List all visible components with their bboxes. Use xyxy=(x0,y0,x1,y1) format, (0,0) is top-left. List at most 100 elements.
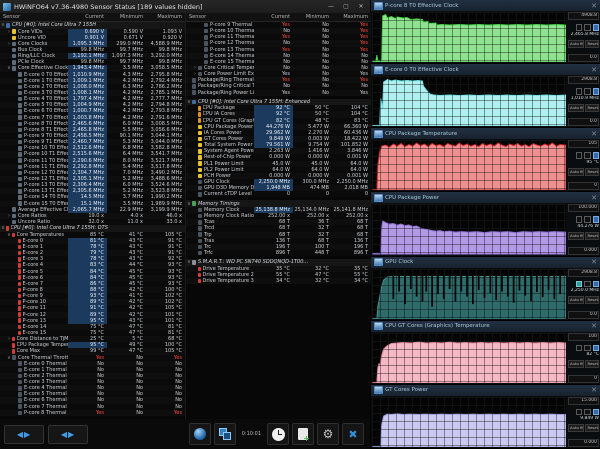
window-titlebar[interactable]: HWiNFO64 v7.36-4980 Sensor Status [189 v… xyxy=(0,0,370,13)
graph-titlebar[interactable]: GT Cores Power ✕ xyxy=(371,384,600,396)
graph-checkbox[interactable] xyxy=(584,216,591,223)
graph-scale-min: 0.0 xyxy=(568,310,599,319)
graph-checkbox[interactable] xyxy=(584,280,591,288)
reset-button[interactable]: Reset xyxy=(585,103,599,112)
graph-close-icon[interactable]: ✕ xyxy=(591,194,597,202)
section-header-row[interactable]: ∨ CPU [#0]: Intel Core Ultra 7 155H xyxy=(0,22,185,29)
remote-monitor-button[interactable] xyxy=(188,423,211,445)
reset-clock-button[interactable] xyxy=(267,423,289,445)
reset-button[interactable]: Reset xyxy=(585,231,599,240)
graph-window-icon xyxy=(374,1,383,10)
graph-checkbox[interactable] xyxy=(575,408,582,416)
graph-close-icon[interactable]: ✕ xyxy=(591,130,597,138)
graph-checkbox[interactable] xyxy=(584,408,591,416)
graph-plot-area[interactable] xyxy=(372,76,566,127)
graph-window: CPU GT Cores (Graphics) Temperature ✕ 100 8… xyxy=(371,320,600,385)
grid-overlay xyxy=(372,12,566,63)
section-header-row[interactable]: ∨ Memory Timings xyxy=(186,200,371,207)
row-minimum: 448 T xyxy=(314,249,329,256)
chip-icon xyxy=(18,392,22,397)
swap-panels-button[interactable] xyxy=(213,423,236,445)
graph-titlebar[interactable]: CPU Package Temperature ✕ xyxy=(371,128,600,140)
graph-scale-min: 0 xyxy=(568,182,599,191)
graph-window: CPU Package Temperature ✕ 105 95 °C Auto fit… xyxy=(371,128,600,193)
reset-button[interactable]: Reset xyxy=(585,39,599,48)
graph-checkbox[interactable] xyxy=(592,280,599,288)
graph-close-icon[interactable]: ✕ xyxy=(591,386,597,394)
section-header-row[interactable]: ∨ S.M.A.R.T.: WD PC SN740 SDDQNQD-1T00... xyxy=(186,259,371,266)
graph-titlebar[interactable]: CPU Package Power ✕ xyxy=(371,192,600,204)
graph-plot-area[interactable] xyxy=(372,140,566,191)
sensor-row[interactable]: Current cTDP Level 0 0 0 xyxy=(186,191,371,198)
chip-icon xyxy=(18,367,22,373)
volt-icon xyxy=(198,130,202,136)
graph-plot-area[interactable] xyxy=(372,268,566,319)
logging-button[interactable] xyxy=(292,423,314,445)
graph-checkbox[interactable] xyxy=(584,344,591,352)
minimize-button[interactable]: — xyxy=(325,2,337,11)
auto-fit-button[interactable]: Auto fit xyxy=(568,167,585,176)
graph-checkbox[interactable] xyxy=(584,152,591,159)
reset-button[interactable]: Reset xyxy=(585,424,599,433)
graph-checkbox[interactable] xyxy=(575,152,582,159)
section-header-row[interactable]: ∨ CPU [#0]: Intel Core Ultra 7 155H: DTS xyxy=(0,225,185,232)
graph-plot-area[interactable] xyxy=(372,332,566,383)
graph-checkbox[interactable] xyxy=(575,344,582,352)
graph-checkbox[interactable] xyxy=(575,24,582,31)
shift-values-right-button[interactable]: ◀▶ xyxy=(48,424,88,444)
graph-close-icon[interactable]: ✕ xyxy=(591,322,597,330)
graph-titlebar[interactable]: P-core 8 T0 Effective Clock ✕ xyxy=(371,0,600,11)
graph-checkbox[interactable] xyxy=(592,152,599,159)
close-sensors-button[interactable]: ✖ xyxy=(342,423,364,445)
graph-title: GT Cores Power xyxy=(385,387,429,394)
graph-checkbox[interactable] xyxy=(592,24,599,31)
graph-checkbox[interactable] xyxy=(584,24,591,31)
reset-button[interactable]: Reset xyxy=(585,167,599,176)
graph-checkbox[interactable] xyxy=(575,88,582,95)
sensor-row[interactable]: Drive Temperature 3 34 °C 32 °C 34 °C xyxy=(186,277,371,285)
graph-plot-area[interactable] xyxy=(372,396,566,447)
graph-titlebar[interactable]: CPU GT Cores (Graphics) Temperature ✕ xyxy=(371,320,600,332)
graph-titlebar[interactable]: E-core 0 T0 Effective Clock ✕ xyxy=(371,64,600,76)
sensor-rows-left: ∨ CPU [#0]: Intel Core Ultra 7 155H › Core … xyxy=(0,22,185,416)
graph-side-panel: 4908.8 2,465.8 MHz Auto fit Reset 0.0 xyxy=(566,11,600,63)
volt-icon xyxy=(198,124,202,130)
volt-icon xyxy=(198,142,202,148)
graph-checkboxes xyxy=(568,216,599,223)
graph-close-icon[interactable]: ✕ xyxy=(591,258,597,266)
auto-fit-button[interactable]: Auto fit xyxy=(568,231,585,240)
graph-close-icon[interactable]: ✕ xyxy=(591,66,597,74)
sensor-row[interactable]: Package/Ring Power Limit Exceeded Yes No Ye… xyxy=(186,89,371,96)
section-header-row[interactable]: ∨ CPU [#0]: Intel Core Ultra 7 155H: Enha… xyxy=(186,98,371,106)
graph-scale-min: 0.0 xyxy=(568,54,599,63)
graph-checkbox[interactable] xyxy=(592,344,599,352)
reset-button[interactable]: Reset xyxy=(585,360,599,369)
row-maximum: Yes xyxy=(359,89,368,96)
graph-close-icon[interactable]: ✕ xyxy=(591,2,597,10)
auto-fit-button[interactable]: Auto fit xyxy=(568,424,585,433)
temp-icon xyxy=(18,275,21,280)
graph-plot-area[interactable] xyxy=(372,12,566,63)
temp-icon xyxy=(18,287,21,293)
auto-fit-button[interactable]: Auto fit xyxy=(568,39,585,48)
temp-icon xyxy=(12,349,15,354)
graph-checkbox[interactable] xyxy=(575,280,582,288)
graph-checkbox[interactable] xyxy=(584,88,591,95)
auto-fit-button[interactable]: Auto fit xyxy=(568,360,585,369)
sensor-row[interactable]: P-core 8 Thermal Throttling Yes No Yes xyxy=(0,409,185,416)
close-window-button[interactable]: ✕ xyxy=(355,2,367,11)
graph-checkbox[interactable] xyxy=(592,216,599,223)
sensor-row[interactable]: Uncore Ratio 32.0 x 11.0 x 33.0 x xyxy=(0,218,185,226)
auto-fit-button[interactable]: Auto fit xyxy=(568,296,585,305)
graph-checkbox[interactable] xyxy=(592,408,599,416)
shift-values-left-button[interactable]: ◀▶ xyxy=(4,424,44,444)
graph-checkbox[interactable] xyxy=(592,88,599,95)
graph-titlebar[interactable]: GPU Clock ✕ xyxy=(371,256,600,268)
sensor-row[interactable]: Trfc 896 T 448 T 896 T xyxy=(186,249,371,257)
graph-checkbox[interactable] xyxy=(575,216,582,223)
auto-fit-button[interactable]: Auto fit xyxy=(568,103,585,112)
graph-plot-area[interactable] xyxy=(372,204,566,255)
settings-button[interactable]: ⚙ xyxy=(317,423,339,445)
maximize-button[interactable]: ▢ xyxy=(340,2,352,11)
reset-button[interactable]: Reset xyxy=(585,296,599,305)
